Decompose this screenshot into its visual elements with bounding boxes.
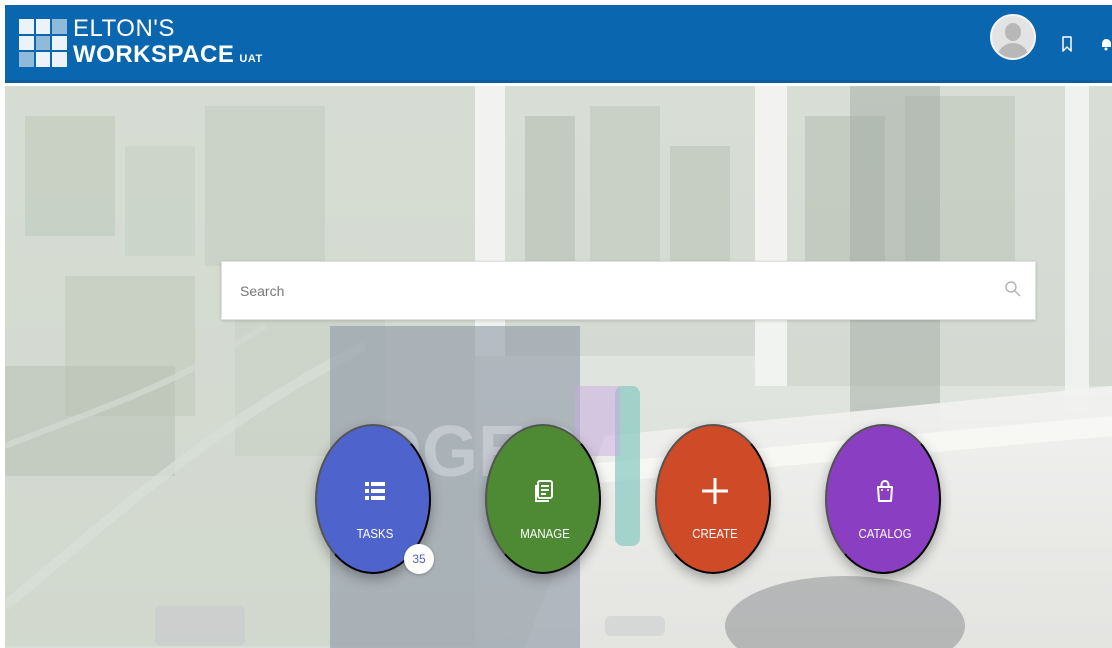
user-avatar[interactable] bbox=[990, 14, 1036, 60]
document-copy-icon bbox=[535, 480, 553, 502]
manage-label: MANAGE bbox=[520, 526, 570, 541]
catalog-label: CATALOG bbox=[858, 526, 912, 541]
tasks-count-badge: 35 bbox=[404, 544, 434, 574]
notifications-icon[interactable] bbox=[1101, 37, 1112, 51]
bookmark-icon[interactable] bbox=[1061, 36, 1073, 52]
list-icon bbox=[365, 482, 385, 500]
avatar-head bbox=[1005, 23, 1021, 41]
app-header: ELTON'S WORKSPACE UAT bbox=[5, 5, 1112, 83]
catalog-tile-button[interactable]: CATALOG bbox=[825, 424, 941, 574]
avatar-shoulders bbox=[997, 43, 1029, 58]
search-input[interactable] bbox=[222, 262, 992, 319]
brand-line-2: WORKSPACE bbox=[73, 41, 235, 68]
workspace-title: ELTON'S WORKSPACE UAT bbox=[73, 17, 263, 67]
manage-tile-button[interactable]: MANAGE bbox=[485, 424, 601, 574]
brand-line-1: ELTON'S bbox=[73, 15, 175, 42]
search-icon[interactable] bbox=[1004, 280, 1022, 298]
tasks-label: TASKS bbox=[356, 526, 394, 541]
search-bar bbox=[221, 261, 1036, 320]
environment-label: UAT bbox=[239, 53, 263, 65]
shopping-bag-icon bbox=[877, 479, 893, 502]
workspace-logo bbox=[19, 19, 67, 67]
plus-icon bbox=[702, 478, 728, 504]
create-label: CREATE bbox=[692, 526, 738, 541]
create-tile-button[interactable]: CREATE bbox=[655, 424, 771, 574]
